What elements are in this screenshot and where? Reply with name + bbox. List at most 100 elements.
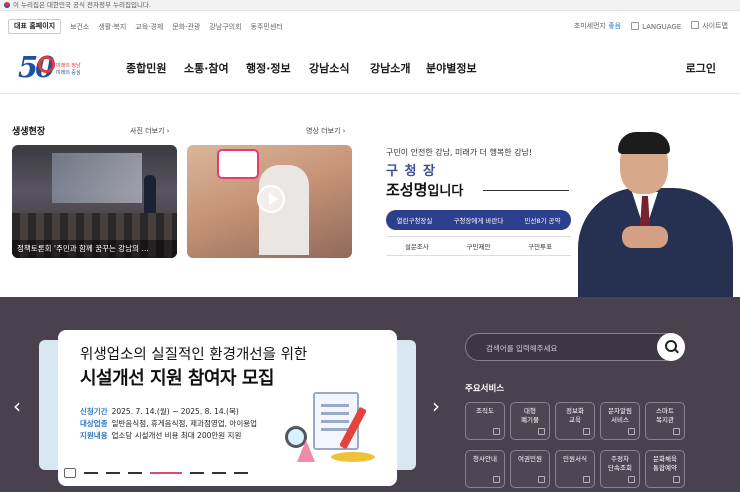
mayor-button-bar: 열린구청장실 구청장에게 바란다 민선8기 공약: [386, 210, 571, 230]
sitemap-icon: [691, 21, 700, 29]
service-passport[interactable]: 여권민원: [510, 450, 550, 488]
play-icon[interactable]: [257, 185, 285, 213]
mayor-name-line: 조성명입니다: [386, 179, 463, 200]
menu-participation[interactable]: 소통·참여: [184, 60, 246, 76]
services-title: 주요서비스: [465, 384, 505, 394]
portrait-hair: [618, 132, 670, 154]
news-section-title: 생생현장: [12, 127, 46, 137]
ask-mayor-button[interactable]: 구청장에게 바란다: [453, 215, 503, 225]
slide-next-arrow-icon[interactable]: ›: [429, 395, 443, 417]
menu-by-field[interactable]: 분야별정보: [426, 60, 496, 76]
survey-link[interactable]: 설문조사: [405, 241, 429, 251]
slide-prev-arrow-icon[interactable]: ‹: [10, 395, 24, 417]
services-grid: 조직도 대형 폐기물 정보화 교육 문자알림 서비스 스마트 복지관 청사안내 …: [465, 402, 690, 488]
banner-row-value: 업소당 시설개선 비용 최대 200만원 지원: [111, 431, 242, 440]
logo-tag-2: 미래의 중심: [56, 70, 81, 76]
util-links: 보건소 생활·복지 교육·경제 문화·관광 강남구의회 동주민센터: [70, 22, 283, 32]
more-photos-label: 사진 더보기: [130, 127, 165, 135]
cone-icon: [297, 440, 315, 462]
more-photos-link[interactable]: 사진 더보기 ›: [130, 126, 169, 136]
search-icon[interactable]: [657, 333, 685, 361]
globe-icon: [631, 21, 640, 30]
service-sports-booking[interactable]: 문화체육 통합예약: [645, 450, 685, 488]
portrait-hands: [622, 226, 668, 248]
service-parking-check[interactable]: 주정차 단속조회: [600, 450, 640, 488]
logo-tag-1: 미래의 정남: [56, 63, 81, 69]
slide-dot[interactable]: [106, 472, 120, 474]
menu-civil-service[interactable]: 종합민원: [126, 60, 184, 76]
search-box[interactable]: 검색어를 입력해주세요: [465, 333, 685, 361]
mayor-sub-links: 설문조사 구민제안 구민투표: [386, 236, 571, 256]
banner-row-value: 2025. 7. 14.(월) ~ 2025. 8. 14.(목): [111, 407, 239, 416]
utility-bar: 대표 홈페이지 보건소 생활·복지 교육·경제 문화·관광 강남구의회 동주민센…: [0, 14, 740, 40]
slide-dot[interactable]: [234, 472, 248, 474]
util-link-council[interactable]: 강남구의회: [209, 22, 241, 32]
gov-notice-bar: 이 누리집은 대한민국 공식 전자정부 누리집입니다.: [0, 0, 740, 11]
rep-page-button[interactable]: 대표 홈페이지: [8, 19, 62, 34]
more-videos-label: 영상 더보기: [306, 127, 341, 135]
service-forms[interactable]: 민원서식: [555, 450, 595, 488]
slide-dot-active[interactable]: [150, 472, 182, 474]
gangnam-50-logo[interactable]: 50 미래의 정남 미래의 중심: [18, 52, 88, 84]
fine-dust-value: 좋음: [608, 22, 622, 30]
divider-line: [483, 190, 569, 191]
language-link[interactable]: LANGUAGE: [631, 21, 682, 31]
service-org-chart[interactable]: 조직도: [465, 402, 505, 440]
stage-screen-image: [52, 153, 142, 203]
language-label: LANGUAGE: [642, 22, 682, 31]
sitemap-link[interactable]: 사이트맵: [691, 21, 728, 31]
mayor-role: 구 청 장: [386, 164, 436, 179]
banner-row-target: 대상업종 일반음식점, 휴게음식점, 제과점영업, 아이용업: [80, 418, 257, 429]
more-videos-link[interactable]: 영상 더보기 ›: [306, 126, 345, 136]
slide-dot[interactable]: [212, 472, 226, 474]
slide-dot[interactable]: [128, 472, 142, 474]
menu-administration[interactable]: 행정·정보: [246, 60, 309, 76]
news-card-photo[interactable]: 정책토론회 '주민과 함께 꿈꾸는 강남의 …: [12, 145, 177, 258]
taegeuk-flag-icon: [4, 2, 10, 8]
login-link[interactable]: 로그인: [686, 60, 716, 76]
pledges-button[interactable]: 민선8기 공약: [524, 215, 560, 225]
util-link-community-center[interactable]: 동주민센터: [251, 22, 283, 32]
fine-dust-status[interactable]: 초미세먼지 좋음: [574, 21, 621, 31]
slide-dot[interactable]: [84, 472, 98, 474]
banner-title-line1: 위생업소의 실질적인 환경개선을 위한: [80, 347, 308, 363]
chevron-right-icon: ›: [342, 127, 346, 135]
banner-row-key: 신청기간: [80, 407, 108, 416]
chevron-right-icon: ›: [166, 127, 170, 135]
gnb-menu: 종합민원 소통·참여 행정·정보 강남소식 강남소개 분야별정보: [126, 60, 496, 76]
util-link-culture[interactable]: 문화·관광: [172, 22, 200, 32]
vote-link[interactable]: 구민투표: [528, 241, 552, 251]
util-link-health[interactable]: 보건소: [70, 22, 89, 32]
news-card-video[interactable]: [187, 145, 352, 258]
speaker-figure-image: [144, 175, 156, 215]
service-it-education[interactable]: 정보화 교육: [555, 402, 595, 440]
service-sms-alert[interactable]: 문자알림 서비스: [600, 402, 640, 440]
menu-news[interactable]: 강남소식: [309, 60, 370, 76]
banner-row-period: 신청기간 2025. 7. 14.(월) ~ 2025. 8. 14.(목): [80, 406, 239, 417]
open-mayor-office-button[interactable]: 열린구청장실: [397, 215, 433, 225]
event-sign-image: [217, 149, 259, 179]
service-smart-welfare[interactable]: 스마트 복지관: [645, 402, 685, 440]
service-office-guide[interactable]: 청사안내: [465, 450, 505, 488]
sitemap-label: 사이트맵: [702, 22, 728, 30]
main-nav: 50 미래의 정남 미래의 중심 종합민원 소통·참여 행정·정보 강남소식 강…: [0, 42, 740, 94]
util-right: 초미세먼지 좋음 LANGUAGE 사이트맵: [574, 21, 728, 31]
menu-about[interactable]: 강남소개: [370, 60, 426, 76]
slide-list-icon[interactable]: [64, 468, 76, 478]
fine-dust-label: 초미세먼지: [573, 22, 606, 30]
logo-ring-icon: [38, 56, 55, 73]
banner-title-line2: 시설개선 지원 참여자 모집: [80, 368, 274, 389]
util-link-welfare[interactable]: 생활·복지: [98, 22, 126, 32]
banner-illustration: [283, 390, 383, 470]
service-bulky-waste[interactable]: 대형 폐기물: [510, 402, 550, 440]
slide-dot[interactable]: [190, 472, 204, 474]
mayor-name-suffix: 입니다: [427, 184, 464, 199]
search-input[interactable]: 검색어를 입력해주세요: [486, 343, 557, 354]
proposal-link[interactable]: 구민제안: [467, 241, 491, 251]
mayor-portrait: [578, 130, 740, 297]
news-card-caption: 정책토론회 '주민과 함께 꿈꾸는 강남의 …: [12, 240, 177, 258]
gov-notice-text: 이 누리집은 대한민국 공식 전자정부 누리집입니다.: [13, 0, 151, 9]
banner-row-support: 지원내용 업소당 시설개선 비용 최대 200만원 지원: [80, 430, 241, 441]
main-banner-slide[interactable]: 위생업소의 실질적인 환경개선을 위한 시설개선 지원 참여자 모집 신청기간 2…: [58, 330, 397, 486]
util-link-education[interactable]: 교육·경제: [135, 22, 163, 32]
